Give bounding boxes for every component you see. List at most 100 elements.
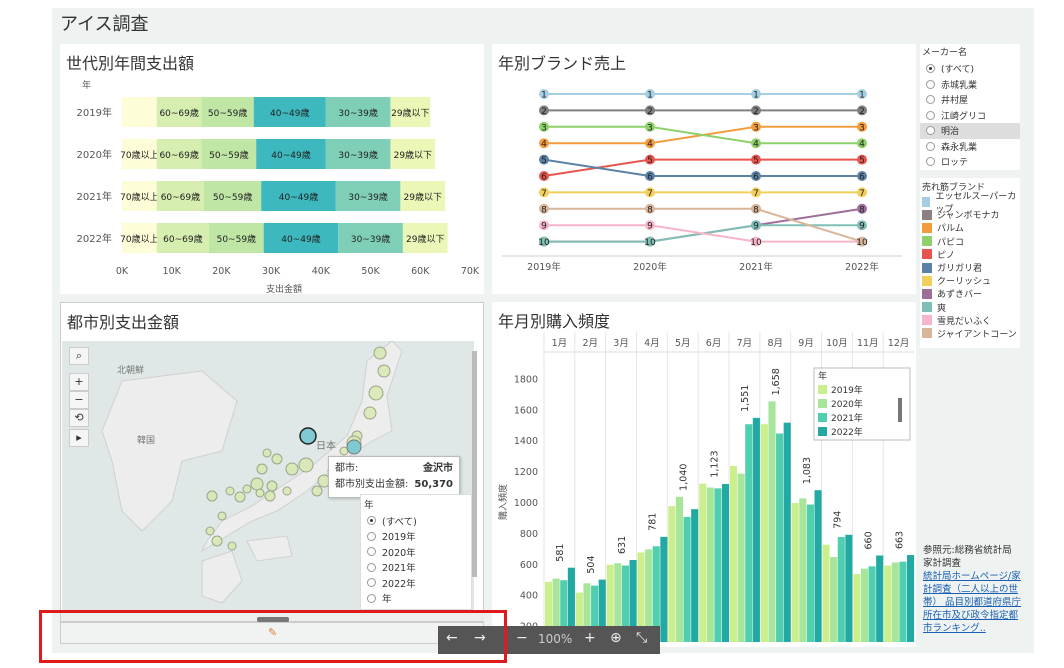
freq-chart[interactable]: 1月2月3月4月5月6月7月8月9月10月11月12月2004006008001… xyxy=(492,302,916,647)
brand-legend-item[interactable]: 雪見だいふく xyxy=(922,314,1018,327)
brand-legend-item[interactable]: ピノ xyxy=(922,248,1018,261)
radio-icon[interactable] xyxy=(926,126,935,136)
brand-legend-item[interactable]: パピコ xyxy=(922,235,1018,248)
radio-icon[interactable] xyxy=(367,531,376,541)
brand-legend-item[interactable]: クーリッシュ xyxy=(922,274,1018,287)
freq-bar[interactable] xyxy=(752,417,760,642)
year-option[interactable]: 年 xyxy=(361,591,471,607)
city-marker[interactable] xyxy=(282,486,292,496)
gen-bar-segment[interactable] xyxy=(122,97,157,127)
year-option[interactable]: (すべて) xyxy=(361,513,471,529)
radio-icon[interactable] xyxy=(926,157,935,167)
legend-scrollbar[interactable] xyxy=(898,398,902,422)
source-link[interactable]: 統計局ホームページ/家計調査（二人以上の世帯） 品目別都道府県庁所在市及び政令指… xyxy=(923,570,1023,635)
freq-chart-panel[interactable]: 年月別購入頻度 1月2月3月4月5月6月7月8月9月10月11月12月20040… xyxy=(492,302,916,647)
city-marker[interactable] xyxy=(377,364,391,378)
freq-bar[interactable] xyxy=(814,490,822,642)
radio-icon[interactable] xyxy=(926,64,935,74)
gen-chart-panel[interactable]: 世代別年間支出額 年 2019年 60~69歳 50~59歳 40~49歳 30~39歳 2… xyxy=(60,44,484,294)
zoom-in-button[interactable]: + xyxy=(584,630,596,646)
radio-icon[interactable] xyxy=(926,110,935,120)
city-marker[interactable] xyxy=(373,346,387,360)
freq-bar[interactable] xyxy=(776,433,784,643)
freq-bar[interactable] xyxy=(876,555,884,642)
radio-icon[interactable] xyxy=(926,141,935,151)
map-zoom-out-button[interactable]: − xyxy=(69,391,89,409)
radio-icon[interactable] xyxy=(926,95,935,105)
city-marker[interactable] xyxy=(211,535,223,547)
city-marker[interactable] xyxy=(262,448,272,458)
maker-option[interactable]: ロッテ xyxy=(920,154,1020,170)
city-marker[interactable] xyxy=(225,486,235,496)
freq-bar[interactable] xyxy=(737,473,745,642)
freq-bar[interactable] xyxy=(853,574,861,642)
city-marker[interactable] xyxy=(227,541,237,551)
maker-option[interactable]: 井村屋 xyxy=(920,92,1020,108)
city-marker[interactable] xyxy=(285,462,299,476)
freq-bar[interactable] xyxy=(791,503,799,642)
city-marker[interactable] xyxy=(205,526,215,536)
brand-legend-item[interactable]: ジャイアントコーン xyxy=(922,327,1018,340)
freq-bar[interactable] xyxy=(760,424,768,642)
map-expand-icon[interactable]: ▸ xyxy=(69,429,89,447)
freq-bar[interactable] xyxy=(714,488,722,642)
maker-option[interactable]: 江崎グリコ xyxy=(920,108,1020,124)
brand-line[interactable] xyxy=(543,158,862,177)
map-search-icon[interactable]: ⌕ xyxy=(69,347,89,365)
freq-bar[interactable] xyxy=(745,424,753,642)
city-marker[interactable] xyxy=(255,488,265,498)
city-marker[interactable] xyxy=(250,477,264,491)
brand-legend-item[interactable]: ガリガリ君 xyxy=(922,261,1018,274)
maker-option[interactable]: (すべて) xyxy=(920,61,1020,77)
freq-bar[interactable] xyxy=(899,561,907,642)
freq-bar[interactable] xyxy=(837,536,845,642)
freq-legend[interactable]: 年 2019年 2020年 2021年 2022年 xyxy=(813,367,911,441)
freq-bar[interactable] xyxy=(783,422,791,642)
city-marker[interactable] xyxy=(242,484,252,494)
freq-bar[interactable] xyxy=(675,496,684,642)
fullscreen-icon[interactable]: ⤡ xyxy=(636,630,647,646)
year-option[interactable]: 2021年 xyxy=(361,560,471,576)
radio-icon[interactable] xyxy=(367,547,376,557)
gen-chart[interactable]: 年 2019年 60~69歳 50~59歳 40~49歳 30~39歳 29歳以下 2020年… xyxy=(60,44,484,294)
radio-icon[interactable] xyxy=(367,578,376,588)
freq-bar[interactable] xyxy=(891,562,899,642)
freq-bar[interactable] xyxy=(768,401,776,642)
year-option[interactable]: 2019年 xyxy=(361,529,471,545)
download-icon[interactable]: ⊕ xyxy=(610,630,622,646)
city-marker[interactable] xyxy=(271,453,283,465)
maker-filter[interactable]: メーカー名 (すべて) 赤城乳業 井村屋 江崎グリコ 明治 森永乳業 ロッテ xyxy=(920,44,1020,170)
freq-bar[interactable] xyxy=(730,465,738,642)
city-marker[interactable] xyxy=(368,385,384,401)
maker-option[interactable]: 明治 xyxy=(920,123,1020,139)
brand-legend-item[interactable]: パルム xyxy=(922,221,1018,234)
freq-bar[interactable] xyxy=(860,568,869,642)
maker-option[interactable]: 森永乳業 xyxy=(920,139,1020,155)
freq-bar[interactable] xyxy=(721,484,730,642)
city-marker[interactable] xyxy=(266,480,278,492)
freq-bar[interactable] xyxy=(822,544,830,642)
year-filter[interactable]: 年 (すべて) 2019年 2020年 2021年 2022年年 xyxy=(360,494,472,610)
city-marker[interactable] xyxy=(298,457,314,473)
freq-bar[interactable] xyxy=(845,534,853,642)
brand-chart[interactable]: 1 1 1 1 2 2 2 2 4 4 3 3 3 3 4 4 6 5 5 5 5 6 6 6 7 7 7 7 10 10 9 8 10 10 9 9… xyxy=(492,44,916,294)
city-marker[interactable] xyxy=(256,463,268,475)
radio-icon[interactable] xyxy=(367,516,376,526)
freq-bar[interactable] xyxy=(660,536,668,642)
city-marker[interactable] xyxy=(234,491,246,503)
city-marker[interactable] xyxy=(363,406,377,420)
freq-bar[interactable] xyxy=(691,509,699,642)
city-marker[interactable] xyxy=(206,490,218,502)
freq-bar[interactable] xyxy=(799,498,807,642)
freq-bar[interactable] xyxy=(683,516,691,642)
freq-bar[interactable] xyxy=(884,565,892,642)
city-marker[interactable] xyxy=(264,490,276,502)
brand-line[interactable] xyxy=(544,125,862,145)
radio-icon[interactable] xyxy=(367,593,376,603)
map-zoom-in-button[interactable]: + xyxy=(69,373,89,391)
map-reset-icon[interactable]: ⟲ xyxy=(69,409,89,427)
radio-icon[interactable] xyxy=(926,79,935,89)
radio-icon[interactable] xyxy=(367,562,376,572)
city-marker[interactable] xyxy=(346,439,362,455)
city-marker[interactable] xyxy=(217,511,227,521)
